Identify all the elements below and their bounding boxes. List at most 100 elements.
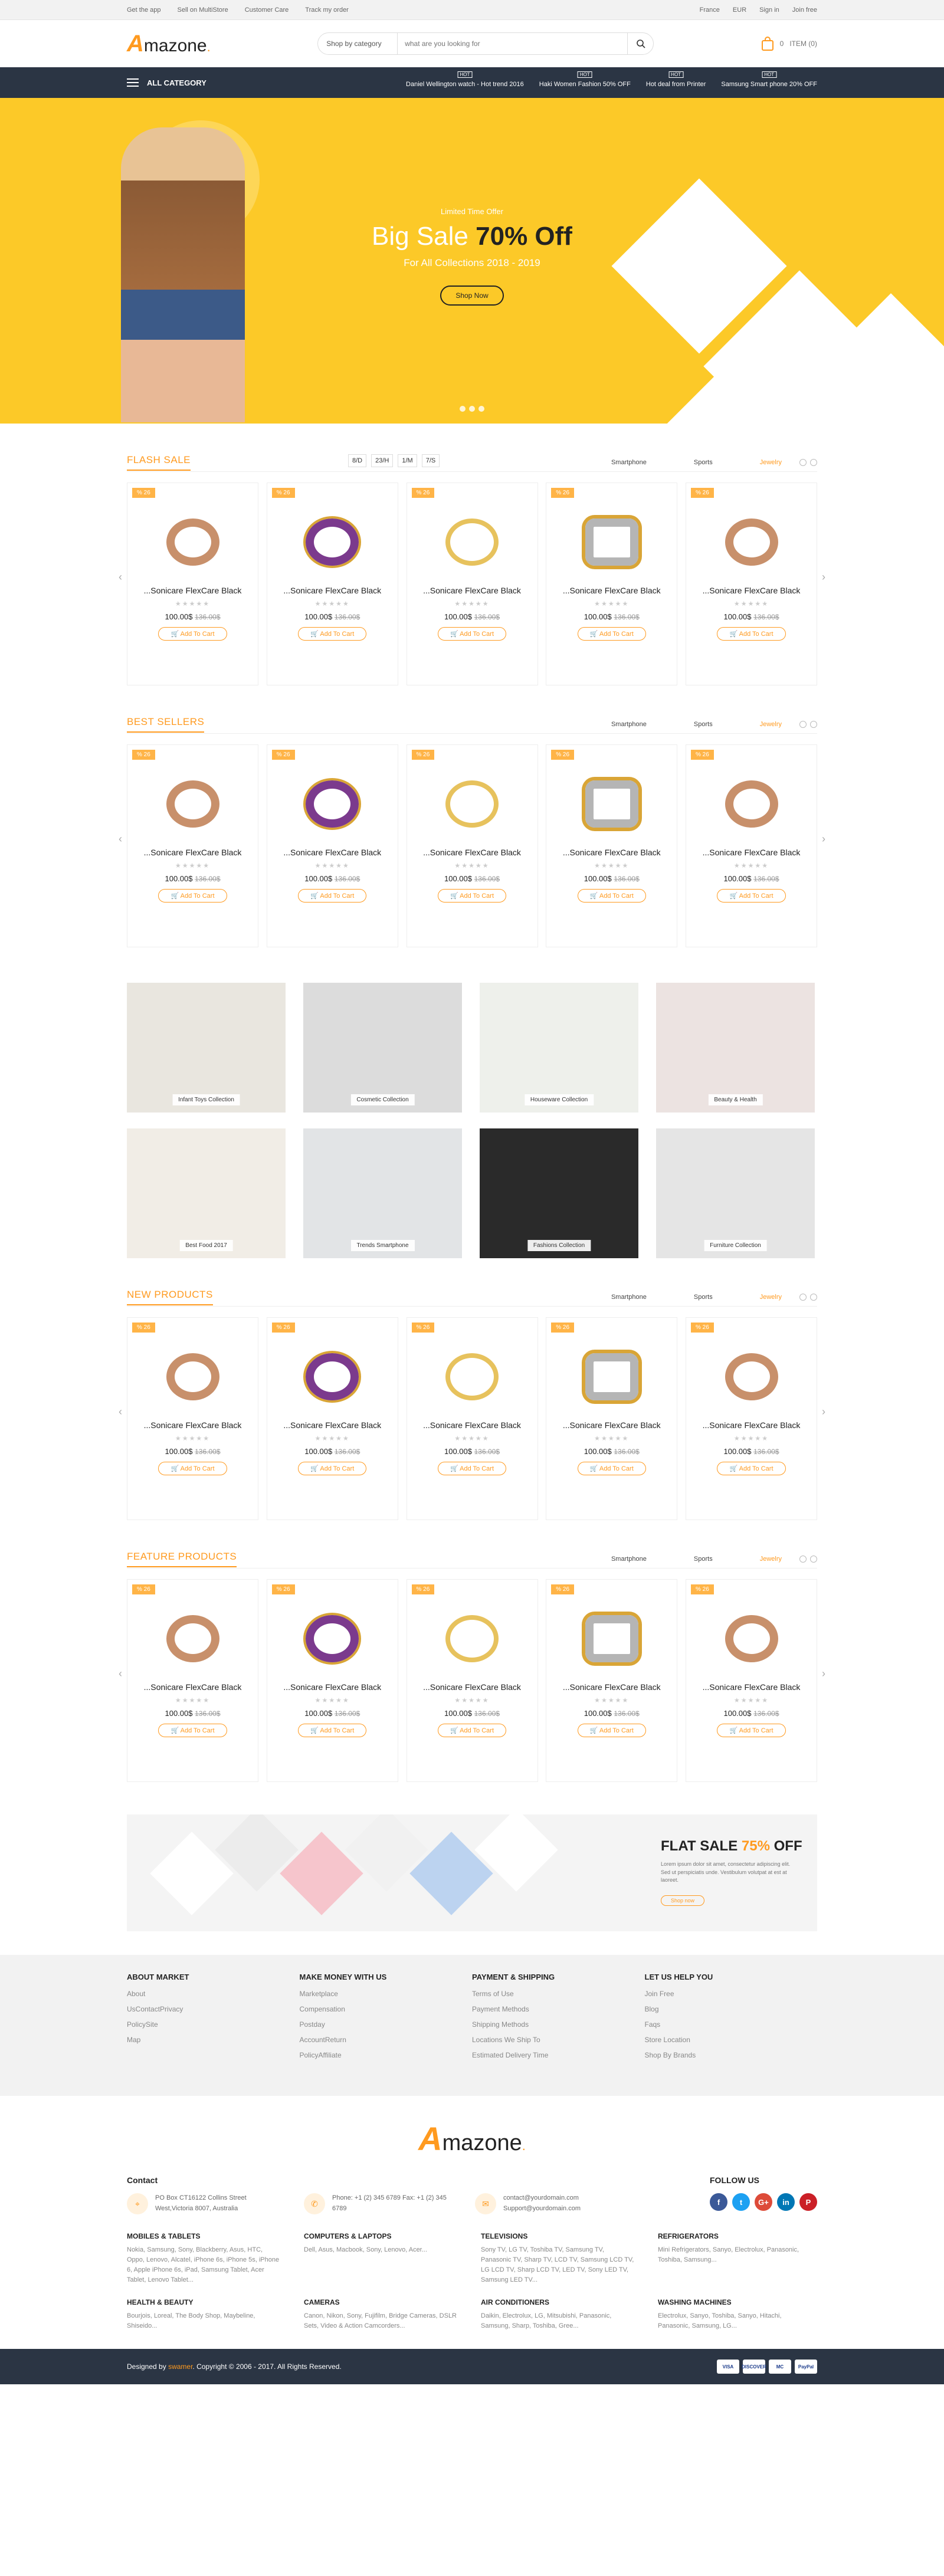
product-card[interactable]: % 26 ...Sonicare FlexCare Black ★★★★★ 100.0… <box>546 483 678 685</box>
top-link[interactable]: Sell on MultiStore <box>178 6 228 14</box>
add-to-cart-button[interactable]: 🛒 Add To Cart <box>298 889 367 903</box>
top-right-link[interactable]: EUR <box>733 6 746 14</box>
product-title[interactable]: ...Sonicare FlexCare Black <box>127 848 258 857</box>
product-image[interactable] <box>294 507 371 577</box>
add-to-cart-button[interactable]: 🛒 Add To Cart <box>577 1724 646 1737</box>
product-card[interactable]: % 26 ...Sonicare FlexCare Black ★★★★★ 100.0… <box>686 1317 817 1520</box>
product-title[interactable]: ...Sonicare FlexCare Black <box>686 848 817 857</box>
prev-icon[interactable] <box>799 1293 807 1301</box>
top-right-link[interactable]: Join free <box>792 6 817 14</box>
social-icon[interactable]: f <box>710 2193 727 2211</box>
add-to-cart-button[interactable]: 🛒 Add To Cart <box>158 889 227 903</box>
chevron-right-icon[interactable]: › <box>822 833 825 845</box>
tab-sports[interactable]: Sports <box>694 721 713 728</box>
site-logo[interactable]: A mazone . <box>127 31 211 57</box>
tab-smartphone[interactable]: Smartphone <box>611 1556 647 1563</box>
chevron-right-icon[interactable]: › <box>822 1406 825 1418</box>
top-link[interactable]: Get the app <box>127 6 161 14</box>
footer-link[interactable]: Map <box>127 2036 300 2044</box>
product-card[interactable]: % 26 ...Sonicare FlexCare Black ★★★★★ 100.0… <box>686 483 817 685</box>
tab-jewelry[interactable]: Jewelry <box>760 1294 782 1301</box>
chevron-right-icon[interactable]: › <box>822 571 825 583</box>
product-title[interactable]: ...Sonicare FlexCare Black <box>686 586 817 595</box>
product-title[interactable]: ...Sonicare FlexCare Black <box>407 848 537 857</box>
product-image[interactable] <box>155 769 231 839</box>
product-image[interactable] <box>434 1603 510 1674</box>
product-image[interactable] <box>155 1341 231 1412</box>
product-image[interactable] <box>713 507 790 577</box>
next-icon[interactable] <box>810 1555 817 1563</box>
tab-smartphone[interactable]: Smartphone <box>611 459 647 466</box>
product-title[interactable]: ...Sonicare FlexCare Black <box>686 1420 817 1430</box>
slider-dots[interactable] <box>460 406 484 412</box>
add-to-cart-button[interactable]: 🛒 Add To Cart <box>298 627 367 641</box>
social-icon[interactable]: G+ <box>755 2193 772 2211</box>
search-button[interactable] <box>627 33 653 54</box>
tab-sports[interactable]: Sports <box>694 459 713 466</box>
nav-promo-item[interactable]: HOT Hot deal from Printer <box>646 71 706 88</box>
product-card[interactable]: % 26 ...Sonicare FlexCare Black ★★★★★ 100.0… <box>266 483 398 685</box>
add-to-cart-button[interactable]: 🛒 Add To Cart <box>717 889 786 903</box>
chevron-right-icon[interactable]: › <box>822 1668 825 1680</box>
search-input[interactable] <box>398 33 628 54</box>
social-icon[interactable]: in <box>777 2193 795 2211</box>
product-card[interactable]: % 26 ...Sonicare FlexCare Black ★★★★★ 100.0… <box>127 1317 258 1520</box>
footer-link[interactable]: UsContactPrivacy <box>127 2005 300 2013</box>
product-image[interactable] <box>294 769 371 839</box>
product-title[interactable]: ...Sonicare FlexCare Black <box>546 586 677 595</box>
tab-smartphone[interactable]: Smartphone <box>611 721 647 728</box>
social-icon[interactable]: P <box>799 2193 817 2211</box>
product-card[interactable]: % 26 ...Sonicare FlexCare Black ★★★★★ 100.0… <box>406 1317 538 1520</box>
top-right-link[interactable]: France <box>700 6 720 14</box>
footer-link[interactable]: Compensation <box>300 2005 473 2013</box>
add-to-cart-button[interactable]: 🛒 Add To Cart <box>577 1462 646 1475</box>
add-to-cart-button[interactable]: 🛒 Add To Cart <box>577 627 646 641</box>
product-image[interactable] <box>573 507 650 577</box>
top-link[interactable]: Customer Care <box>245 6 289 14</box>
footer-link[interactable]: Terms of Use <box>472 1990 645 1998</box>
add-to-cart-button[interactable]: 🛒 Add To Cart <box>158 1724 227 1737</box>
footer-link[interactable]: Blog <box>645 2005 818 2013</box>
category-tile[interactable]: Furniture Collection <box>656 1128 815 1258</box>
keyword-text[interactable]: Canon, Nikon, Sony, Fujifilm, Bridge Cam… <box>304 2311 457 2331</box>
add-to-cart-button[interactable]: 🛒 Add To Cart <box>437 1724 507 1737</box>
product-title[interactable]: ...Sonicare FlexCare Black <box>407 1682 537 1692</box>
footer-link[interactable]: Postday <box>300 2020 473 2029</box>
product-image[interactable] <box>155 507 231 577</box>
product-title[interactable]: ...Sonicare FlexCare Black <box>546 848 677 857</box>
product-image[interactable] <box>713 1603 790 1674</box>
tab-sports[interactable]: Sports <box>694 1294 713 1301</box>
product-card[interactable]: % 26 ...Sonicare FlexCare Black ★★★★★ 100.0… <box>127 744 258 947</box>
footer-link[interactable]: PolicySite <box>127 2020 300 2029</box>
product-card[interactable]: % 26 ...Sonicare FlexCare Black ★★★★★ 100.0… <box>266 1579 398 1782</box>
footer-link[interactable]: Shop By Brands <box>645 2051 818 2059</box>
category-tile[interactable]: Houseware Collection <box>480 983 638 1113</box>
add-to-cart-button[interactable]: 🛒 Add To Cart <box>437 1462 507 1475</box>
product-image[interactable] <box>294 1341 371 1412</box>
cart-widget[interactable]: 0 ITEM (0) <box>761 37 817 51</box>
nav-promo-item[interactable]: HOT Samsung Smart phone 20% OFF <box>721 71 817 88</box>
product-image[interactable] <box>434 1341 510 1412</box>
keyword-text[interactable]: Sony TV, LG TV, Toshiba TV, Samsung TV, … <box>481 2245 634 2285</box>
flat-sale-banner[interactable]: FLAT SALE 75% OFF Lorem ipsum dolor sit … <box>127 1814 817 1931</box>
product-card[interactable]: % 26 ...Sonicare FlexCare Black ★★★★★ 100.0… <box>546 1579 678 1782</box>
product-image[interactable] <box>573 1341 650 1412</box>
add-to-cart-button[interactable]: 🛒 Add To Cart <box>437 627 507 641</box>
product-title[interactable]: ...Sonicare FlexCare Black <box>407 586 537 595</box>
footer-link[interactable]: Locations We Ship To <box>472 2036 645 2044</box>
search-category-select[interactable]: Shop by category <box>318 33 398 54</box>
add-to-cart-button[interactable]: 🛒 Add To Cart <box>158 627 227 641</box>
prev-icon[interactable] <box>799 1555 807 1563</box>
keyword-text[interactable]: Nokia, Samsung, Sony, Blackberry, Asus, … <box>127 2245 280 2285</box>
footer-link[interactable]: About <box>127 1990 300 1998</box>
product-card[interactable]: % 26 ...Sonicare FlexCare Black ★★★★★ 100.0… <box>686 744 817 947</box>
top-link[interactable]: Track my order <box>305 6 349 14</box>
keyword-text[interactable]: Daikin, Electrolux, LG, Mitsubishi, Pana… <box>481 2311 634 2331</box>
footer-link[interactable]: Estimated Delivery Time <box>472 2051 645 2059</box>
prev-icon[interactable] <box>799 720 807 728</box>
footer-link[interactable]: Marketplace <box>300 1990 473 1998</box>
next-icon[interactable] <box>810 458 817 466</box>
product-image[interactable] <box>294 1603 371 1674</box>
chevron-left-icon[interactable]: ‹ <box>119 833 122 845</box>
product-image[interactable] <box>713 769 790 839</box>
